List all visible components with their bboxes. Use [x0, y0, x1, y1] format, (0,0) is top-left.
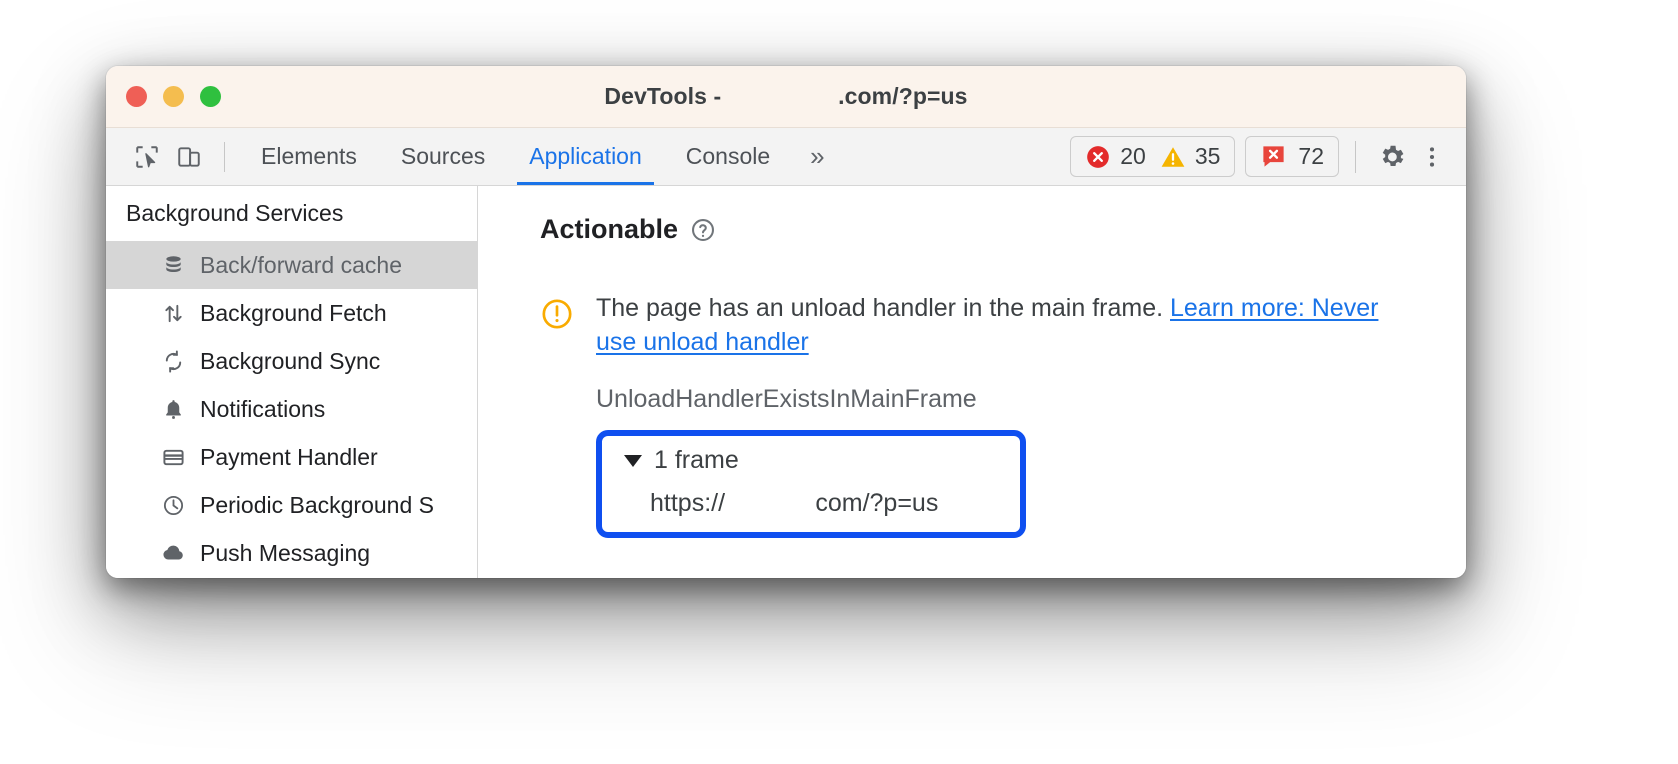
panel-tabs: Elements Sources Application Console	[239, 128, 792, 185]
kebab-menu-icon[interactable]	[1412, 137, 1452, 177]
devtools-body: Background Services Back/forward cache B…	[106, 186, 1466, 578]
window-title-suffix: .com/?p=us	[838, 83, 968, 109]
frame-list-highlight-box: 1 frame https:// com/?p=us	[596, 430, 1026, 538]
window-titlebar: DevTools - .com/?p=us	[106, 66, 1466, 128]
issues-bubble-icon	[1263, 146, 1285, 167]
warning-count-value: 35	[1194, 143, 1221, 169]
bfcache-issue-row: The page has an unload handler in the ma…	[540, 291, 1466, 538]
sidebar-item-label: Notifications	[200, 395, 326, 422]
sidebar-item-back-forward-cache[interactable]: Back/forward cache	[106, 241, 477, 289]
bfcache-issue-text: The page has an unload handler in the ma…	[596, 291, 1396, 359]
warning-triangle-icon	[1161, 146, 1185, 167]
issue-message: The page has an unload handler in the ma…	[596, 294, 1170, 322]
tab-console[interactable]: Console	[664, 128, 792, 185]
frame-list-disclosure[interactable]: 1 frame	[602, 446, 1020, 475]
tab-application[interactable]: Application	[507, 128, 664, 185]
frame-url[interactable]: https:// com/?p=us	[602, 489, 1020, 518]
credit-card-icon	[160, 444, 186, 470]
sidebar-item-label: Background Sync	[200, 347, 381, 374]
frame-count-label: 1 frame	[654, 446, 739, 474]
database-icon	[160, 252, 186, 278]
devtools-window: DevTools - .com/?p=us Elements Sources A…	[106, 66, 1466, 578]
warning-circle-icon	[540, 297, 574, 538]
window-title-prefix: DevTools -	[604, 83, 728, 109]
clock-icon	[160, 492, 186, 518]
screenshot-stage: DevTools - .com/?p=us Elements Sources A…	[0, 0, 1678, 764]
cloud-icon	[160, 540, 186, 566]
sidebar-item-payment-handler[interactable]: Payment Handler	[106, 433, 477, 481]
device-toolbar-icon[interactable]	[168, 136, 210, 178]
tab-elements[interactable]: Elements	[239, 128, 379, 185]
sidebar-item-background-sync[interactable]: Background Sync	[106, 337, 477, 385]
toolbar-right-divider	[1355, 140, 1356, 173]
gear-icon[interactable]	[1372, 137, 1412, 177]
section-title-label: Actionable	[540, 214, 679, 244]
tab-sources-label: Sources	[400, 143, 486, 169]
sync-icon	[160, 348, 186, 374]
help-circle-icon[interactable]	[690, 217, 716, 243]
sidebar-item-periodic-background-sync[interactable]: Periodic Background S	[106, 481, 477, 529]
frame-url-prefix: https://	[650, 489, 726, 517]
bell-icon	[160, 396, 186, 422]
sidebar-heading-background-services: Background Services	[126, 200, 344, 226]
window-title: DevTools - .com/?p=us	[106, 83, 1466, 110]
sidebar-item-label: Background Fetch	[200, 299, 387, 326]
frame-url-redacted	[725, 489, 815, 517]
warning-count-item[interactable]: 35	[1160, 143, 1221, 170]
sidebar-item-label: Payment Handler	[200, 443, 378, 470]
error-count-value: 20	[1120, 143, 1146, 169]
sidebar-item-label: Periodic Background S	[200, 491, 434, 518]
sidebar-item-background-fetch[interactable]: Background Fetch	[106, 289, 477, 337]
frame-url-suffix: com/?p=us	[815, 489, 939, 517]
bfcache-issue-body: The page has an unload handler in the ma…	[596, 291, 1396, 538]
toolbar-divider	[224, 141, 225, 172]
more-tabs-icon[interactable]: »	[792, 141, 839, 172]
application-sidebar: Background Services Back/forward cache B…	[106, 186, 478, 578]
inspect-cursor-icon[interactable]	[126, 136, 168, 178]
sidebar-item-notifications[interactable]: Notifications	[106, 385, 477, 433]
issues-count-value: 72	[1298, 143, 1324, 169]
issues-badge[interactable]: 72	[1245, 136, 1339, 177]
tab-application-label: Application	[529, 143, 642, 169]
sidebar-item-label: Push Messaging	[200, 539, 371, 566]
bfcache-reason-code: UnloadHandlerExistsInMainFrame	[596, 385, 977, 413]
tab-console-label: Console	[685, 143, 771, 169]
arrows-up-down-icon	[160, 300, 186, 326]
sidebar-item-label: Back/forward cache	[200, 251, 402, 278]
error-icon	[1087, 145, 1110, 168]
tab-sources[interactable]: Sources	[379, 128, 507, 185]
section-title-actionable: Actionable	[540, 214, 1466, 245]
devtools-toolbar: Elements Sources Application Console » 2…	[106, 128, 1466, 186]
triangle-down-icon[interactable]	[624, 454, 642, 467]
tab-elements-label: Elements	[261, 143, 357, 169]
error-count-item[interactable]: 20	[1085, 143, 1146, 170]
console-counts-badge[interactable]: 20 35	[1070, 136, 1236, 177]
bfcache-content-panel: Actionable The page has an unload handle…	[478, 186, 1466, 578]
sidebar-item-push-messaging[interactable]: Push Messaging	[106, 529, 477, 577]
window-title-redacted	[728, 83, 838, 109]
